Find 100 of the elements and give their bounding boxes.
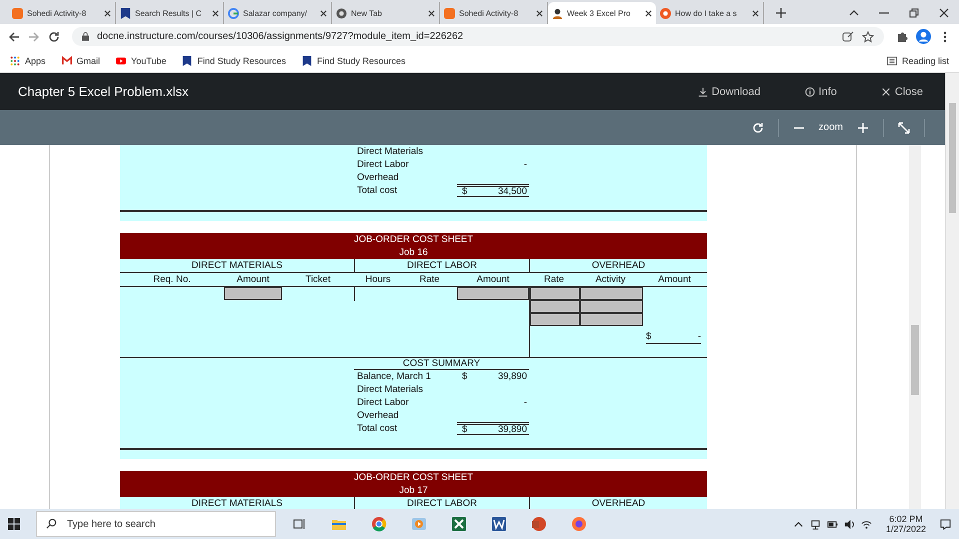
restore-icon[interactable] xyxy=(909,8,919,18)
scrollbar[interactable] xyxy=(945,73,959,509)
input-cell[interactable] xyxy=(580,300,643,313)
bookmark-link[interactable]: YouTube xyxy=(116,56,166,66)
summary-value: - xyxy=(522,396,528,408)
scrollbar[interactable] xyxy=(909,145,921,509)
column-header: Amount xyxy=(476,273,510,286)
tab-title: Salazar company/ xyxy=(243,8,308,18)
lock-icon xyxy=(82,32,89,41)
column-header: Amount xyxy=(657,273,692,286)
column-header: Ticket xyxy=(304,273,332,286)
tab-title: Sohedi Activity-8 xyxy=(459,8,520,18)
summary-label: Direct Labor xyxy=(357,397,410,408)
summary-label: Direct Labor xyxy=(357,159,410,170)
download-icon xyxy=(698,86,708,96)
close-icon[interactable] xyxy=(428,10,435,16)
person-icon xyxy=(552,8,563,18)
tab-title: Search Results | C xyxy=(135,8,203,18)
search-field[interactable]: Type here to search xyxy=(36,511,276,537)
close-icon[interactable] xyxy=(939,8,949,18)
reading-list-button[interactable]: Reading list xyxy=(886,56,949,66)
spreadsheet-app-icon[interactable] xyxy=(451,516,467,532)
speech-bubble-icon xyxy=(660,8,671,18)
input-cell[interactable] xyxy=(530,300,580,313)
speaker-icon[interactable] xyxy=(844,518,855,530)
back-arrow-icon[interactable] xyxy=(8,30,20,42)
column-header: Hours xyxy=(364,273,392,286)
info-icon xyxy=(804,86,815,96)
close-icon xyxy=(880,86,891,96)
document-app-icon[interactable] xyxy=(491,516,507,532)
bookmark-link[interactable]: Find Study Resources xyxy=(302,56,406,66)
wifi-icon[interactable] xyxy=(860,518,872,530)
close-icon[interactable] xyxy=(536,10,543,16)
profile-avatar-icon[interactable] xyxy=(916,29,931,44)
summary-label: Direct Materials xyxy=(357,146,424,157)
close-icon[interactable] xyxy=(212,10,219,16)
close-icon[interactable] xyxy=(645,10,652,16)
sheet-title: JOB-ORDER COST SHEET xyxy=(354,233,474,246)
battery-icon[interactable] xyxy=(826,518,838,530)
tab-title: Sohedi Activity-8 xyxy=(27,8,88,18)
notification-icon[interactable] xyxy=(940,518,951,530)
summary-value: - xyxy=(522,158,528,170)
puzzle-icon[interactable] xyxy=(896,30,908,42)
input-cell[interactable] xyxy=(530,287,580,300)
column-header: Amount xyxy=(236,273,270,286)
task-view-icon[interactable] xyxy=(291,516,307,532)
apps-grid-icon xyxy=(10,56,20,66)
presentation-app-icon[interactable] xyxy=(531,516,547,532)
job-number: Job 16 xyxy=(399,246,428,259)
tab-title: Week 3 Excel Pro xyxy=(567,8,632,18)
browser-tab[interactable]: Week 3 Excel Pro xyxy=(548,2,656,24)
file-name: Chapter 5 Excel Problem.xlsx xyxy=(18,84,189,99)
plus-icon[interactable] xyxy=(776,8,786,18)
browser-logo-icon[interactable] xyxy=(571,516,587,532)
flag-icon xyxy=(120,8,131,18)
column-header: Req. No. xyxy=(152,273,192,286)
bookmark-link[interactable]: Apps xyxy=(10,56,46,66)
flag-icon xyxy=(302,56,312,66)
close-icon[interactable] xyxy=(320,10,327,16)
share-icon[interactable] xyxy=(842,30,854,42)
zoom-label: zoom xyxy=(818,122,843,133)
tab-title: New Tab xyxy=(351,8,383,18)
input-cell[interactable] xyxy=(457,287,529,300)
windows-start-icon[interactable] xyxy=(8,518,20,530)
close-icon[interactable] xyxy=(104,10,111,16)
chrome-logo-icon[interactable] xyxy=(371,516,387,532)
mail-icon xyxy=(62,56,72,66)
column-header: Activity xyxy=(594,273,627,286)
chevron-up-icon[interactable] xyxy=(849,8,859,18)
overhead-total: $ - xyxy=(646,330,701,344)
summary-value: $ 39,890 xyxy=(461,370,528,382)
column-group-header: DIRECT MATERIALS xyxy=(190,259,284,272)
bookmark-link[interactable]: Find Study Resources xyxy=(182,56,286,66)
column-header: Rate xyxy=(542,273,566,286)
star-icon[interactable] xyxy=(862,30,874,42)
viewer-action-button[interactable]: Download xyxy=(694,84,765,100)
summary-label: Overhead xyxy=(357,410,400,421)
network-icon[interactable] xyxy=(810,518,821,530)
expand-icon[interactable] xyxy=(898,122,910,134)
zoom-in-icon[interactable] xyxy=(857,122,869,134)
input-cell[interactable] xyxy=(530,313,580,326)
viewer-action-button[interactable]: Info xyxy=(800,84,841,100)
input-cell[interactable] xyxy=(580,313,643,326)
close-icon[interactable] xyxy=(752,10,759,16)
clock-time: 6:02 PM xyxy=(889,514,923,524)
bookmark-link[interactable]: Gmail xyxy=(62,56,100,66)
search-icon xyxy=(46,518,57,529)
reload-icon[interactable] xyxy=(48,30,60,42)
summary-label: Total cost xyxy=(357,185,398,196)
input-cell[interactable] xyxy=(580,287,643,300)
address-field[interactable]: docne.instructure.com/courses/10306/assignments/9727?module_item_id=226262 xyxy=(72,27,884,46)
tab-title: How do I take a s xyxy=(675,8,738,18)
play-icon xyxy=(116,56,126,66)
list-icon xyxy=(886,56,897,66)
rotate-icon[interactable] xyxy=(752,122,764,134)
summary-label: Direct Materials xyxy=(357,384,424,395)
input-cell[interactable] xyxy=(224,287,282,300)
viewer-action-button[interactable]: Close xyxy=(876,84,927,100)
sheet-title: JOB-ORDER COST SHEET xyxy=(354,471,474,484)
column-header: Rate xyxy=(418,273,441,286)
